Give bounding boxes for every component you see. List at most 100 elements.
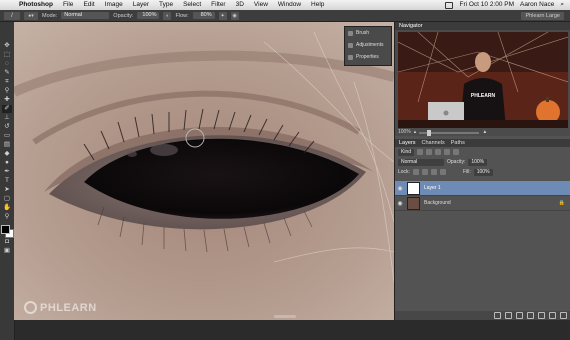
shape-tool-icon[interactable]: ▢ <box>2 195 12 203</box>
brush-panel-icon <box>348 30 353 36</box>
menu-help[interactable]: Help <box>306 0 329 10</box>
type-tool-icon[interactable]: T <box>2 177 12 185</box>
adjustment-layer-icon[interactable] <box>527 312 534 319</box>
layer-thumbnail <box>407 196 420 210</box>
airbrush-icon[interactable]: ✦ <box>218 11 227 20</box>
link-layers-icon[interactable] <box>494 312 501 319</box>
healing-tool-icon[interactable]: ✚ <box>2 96 12 104</box>
move-tool-icon[interactable]: ✥ <box>2 42 12 50</box>
eyedropper-tool-icon[interactable]: ⚲ <box>2 87 12 95</box>
foreground-color-swatch[interactable] <box>1 225 10 234</box>
lock-label: Lock: <box>398 169 410 175</box>
dodge-tool-icon[interactable]: ● <box>2 159 12 167</box>
clock[interactable]: Fri Oct 10 2:00 PM <box>459 0 514 10</box>
tab-layers[interactable]: Layers <box>399 139 416 147</box>
flow-field[interactable]: 80% <box>192 12 215 19</box>
color-swatches[interactable] <box>1 225 14 238</box>
menu-window[interactable]: Window <box>273 0 306 10</box>
brush-panel-button[interactable]: Brush <box>345 27 391 39</box>
zoom-tool-icon[interactable]: ⚲ <box>2 213 12 221</box>
lock-all-icon[interactable] <box>439 169 446 175</box>
adjustments-panel-button[interactable]: Adjustments <box>345 39 391 51</box>
marquee-tool-icon[interactable]: ⬚ <box>2 51 12 59</box>
visibility-eye-icon[interactable]: ◉ <box>395 185 405 192</box>
tab-channels[interactable]: Channels <box>422 139 445 147</box>
quick-select-tool-icon[interactable]: ✎ <box>2 69 12 77</box>
lasso-tool-icon[interactable]: ◌ <box>2 60 12 68</box>
hand-tool-icon[interactable]: ✋ <box>2 204 12 212</box>
brush-tool-icon[interactable]: ✐ <box>2 105 12 113</box>
workspace-switcher[interactable]: Phlearn Large <box>521 11 564 20</box>
properties-panel-icon <box>348 54 353 60</box>
menu-layer[interactable]: Layer <box>128 0 154 10</box>
blur-tool-icon[interactable]: ◆ <box>2 150 12 158</box>
zoom-out-icon[interactable]: ▴ <box>414 129 417 136</box>
brush-preset-icon[interactable]: / <box>4 11 20 20</box>
zoom-in-icon[interactable]: ▲ <box>482 129 487 136</box>
layer-name[interactable]: Background <box>424 200 451 206</box>
layer-filter-row: Kind <box>395 147 570 157</box>
menu-photoshop[interactable]: Photoshop <box>14 0 58 10</box>
lock-position-icon[interactable] <box>430 169 437 175</box>
battery-icon[interactable] <box>445 1 454 9</box>
menu-file[interactable]: File <box>58 0 78 10</box>
filter-type-icon[interactable] <box>435 149 442 155</box>
brush-size-picker[interactable]: ●▾ <box>24 11 38 20</box>
path-select-tool-icon[interactable]: ➤ <box>2 186 12 194</box>
layer-name[interactable]: Layer 1 <box>424 185 441 191</box>
pen-tool-icon[interactable]: ✒ <box>2 168 12 176</box>
navigator-zoom-value[interactable]: 100% <box>398 129 411 136</box>
menu-type[interactable]: Type <box>154 0 178 10</box>
gradient-tool-icon[interactable]: ▤ <box>2 141 12 149</box>
menu-3d[interactable]: 3D <box>231 0 249 10</box>
history-brush-tool-icon[interactable]: ↺ <box>2 123 12 131</box>
document-canvas[interactable]: PHLEARN <box>14 22 394 320</box>
crop-tool-icon[interactable]: ⌗ <box>2 78 12 86</box>
layer-thumbnail <box>407 181 420 195</box>
search-icon[interactable]: ⌕ <box>560 0 564 10</box>
layer-row-background[interactable]: ◉ Background 🔒 <box>395 196 570 211</box>
filter-pixel-icon[interactable] <box>417 149 424 155</box>
screen-mode-icon[interactable]: ▣ <box>2 247 12 255</box>
layer-opacity-field[interactable]: 100% <box>468 158 488 166</box>
blend-mode-select[interactable]: Normal <box>398 158 444 166</box>
tab-paths[interactable]: Paths <box>451 139 465 147</box>
pressure-size-icon[interactable]: ◉ <box>230 11 239 20</box>
quick-mask-icon[interactable]: ◘ <box>2 238 12 246</box>
mode-select[interactable]: Normal <box>61 12 110 19</box>
add-mask-icon[interactable] <box>516 312 523 319</box>
menu-image[interactable]: Image <box>100 0 128 10</box>
lock-transparent-icon[interactable] <box>412 169 419 175</box>
layer-filter-select[interactable]: Kind <box>398 148 415 156</box>
lock-pixels-icon[interactable] <box>421 169 428 175</box>
menu-view[interactable]: View <box>249 0 273 10</box>
fill-field[interactable]: 100% <box>473 168 493 176</box>
delete-layer-icon[interactable] <box>560 312 567 319</box>
new-layer-icon[interactable] <box>549 312 556 319</box>
filter-smart-object-icon[interactable] <box>453 149 460 155</box>
canvas-scroll-handle[interactable] <box>274 315 296 318</box>
tab-navigator[interactable]: Navigator <box>399 22 423 30</box>
zoom-slider-knob[interactable] <box>427 129 432 136</box>
new-group-icon[interactable] <box>538 312 545 319</box>
layer-row-layer-1[interactable]: ◉ Layer 1 <box>395 181 570 196</box>
properties-panel-button[interactable]: Properties <box>345 51 391 63</box>
layer-opacity-label: Opacity: <box>447 159 466 165</box>
layer-style-icon[interactable] <box>505 312 512 319</box>
collapsed-panel-dock: Brush Adjustments Properties <box>344 26 392 66</box>
filter-shape-icon[interactable] <box>444 149 451 155</box>
pressure-opacity-icon[interactable]: ◐ <box>163 11 172 20</box>
menu-edit[interactable]: Edit <box>78 0 99 10</box>
eraser-tool-icon[interactable]: ▭ <box>2 132 12 140</box>
watermark-text: PHLEARN <box>40 301 97 314</box>
navigator-thumbnail[interactable]: PHLEARN <box>398 32 568 128</box>
menu-select[interactable]: Select <box>178 0 206 10</box>
opacity-field[interactable]: 100% <box>137 12 160 19</box>
menu-filter[interactable]: Filter <box>206 0 230 10</box>
zoom-slider[interactable] <box>419 129 480 136</box>
visibility-eye-icon[interactable]: ◉ <box>395 200 405 207</box>
user-name[interactable]: Aaron Nace <box>520 0 554 10</box>
clone-stamp-tool-icon[interactable]: ⊥ <box>2 114 12 122</box>
filter-adjustment-icon[interactable] <box>426 149 433 155</box>
adjustments-panel-icon <box>348 42 353 48</box>
